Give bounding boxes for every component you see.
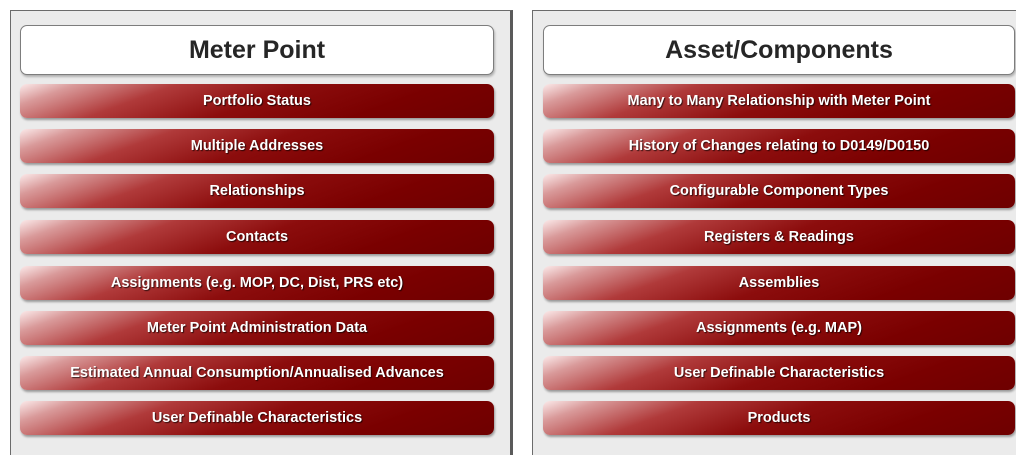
meter-point-panel: Meter Point Portfolio Status Multiple Ad… [10, 10, 513, 455]
meter-point-item-assignments: Assignments (e.g. MOP, DC, Dist, PRS etc… [20, 266, 494, 300]
meter-point-title: Meter Point [20, 25, 494, 75]
asset-item-user-characteristics: User Definable Characteristics [543, 356, 1015, 390]
meter-point-item-contacts: Contacts [20, 220, 494, 254]
meter-point-item-multiple-addresses: Multiple Addresses [20, 129, 494, 163]
meter-point-item-user-characteristics: User Definable Characteristics [20, 401, 494, 435]
meter-point-item-portfolio-status: Portfolio Status [20, 84, 494, 118]
asset-components-title: Asset/Components [543, 25, 1015, 75]
asset-item-component-types: Configurable Component Types [543, 174, 1015, 208]
meter-point-item-estimated-consumption: Estimated Annual Consumption/Annualised … [20, 356, 494, 390]
asset-item-history-of-changes: History of Changes relating to D0149/D01… [543, 129, 1015, 163]
meter-point-item-relationships: Relationships [20, 174, 494, 208]
asset-components-panel: Asset/Components Many to Many Relationsh… [532, 10, 1016, 455]
asset-item-many-to-many: Many to Many Relationship with Meter Poi… [543, 84, 1015, 118]
asset-item-assignments: Assignments (e.g. MAP) [543, 311, 1015, 345]
meter-point-item-administration-data: Meter Point Administration Data [20, 311, 494, 345]
asset-item-assemblies: Assemblies [543, 266, 1015, 300]
asset-item-products: Products [543, 401, 1015, 435]
asset-item-registers-readings: Registers & Readings [543, 220, 1015, 254]
